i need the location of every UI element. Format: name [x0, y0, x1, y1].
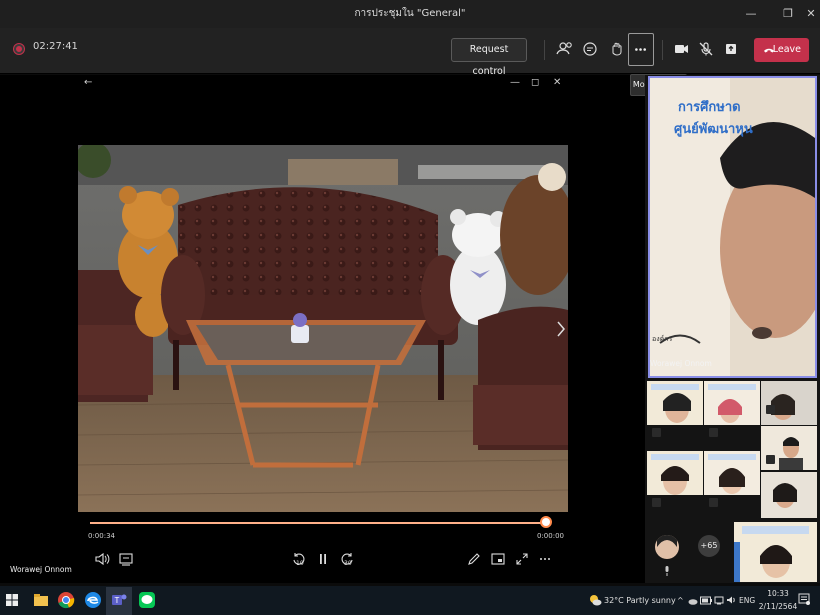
fullscreen-icon[interactable]: [514, 551, 530, 567]
remaining-time: 0:00:00: [537, 532, 564, 540]
clock-time[interactable]: 10:33: [758, 589, 798, 598]
mic-status-icon: [709, 428, 718, 437]
chat-icon[interactable]: [577, 36, 603, 62]
pen-icon[interactable]: [466, 551, 482, 567]
seek-bar[interactable]: [90, 522, 546, 524]
mini-view-icon[interactable]: [490, 551, 506, 567]
self-mic-icon: [665, 566, 669, 576]
windows-start-icon[interactable]: [6, 594, 18, 606]
file-explorer-icon[interactable]: [31, 590, 51, 610]
popout-close-button[interactable]: ✕: [553, 77, 561, 88]
more-actions-button[interactable]: [628, 33, 654, 66]
popout-minimize-button[interactable]: —: [510, 77, 520, 88]
participant-video-image: [647, 451, 703, 495]
participants-icon[interactable]: [552, 36, 578, 62]
participant-tile[interactable]: [734, 522, 817, 582]
battery-icon[interactable]: [700, 596, 712, 605]
window-title: การประชุมใน "General": [354, 8, 466, 19]
popout-maximize-button[interactable]: ◻: [531, 77, 539, 88]
speaker-tray-icon[interactable]: [726, 595, 736, 605]
participant-video-image: [761, 381, 817, 425]
onedrive-icon[interactable]: [688, 597, 698, 605]
mic-status-icon: [766, 455, 775, 464]
next-chevron-icon[interactable]: [555, 320, 567, 338]
camera-icon[interactable]: [668, 36, 694, 62]
mic-status-icon: [652, 498, 661, 507]
recording-indicator-icon: [14, 44, 24, 54]
teams-icon[interactable]: T: [109, 590, 129, 610]
participant-tile[interactable]: [704, 381, 760, 425]
back-button[interactable]: ←: [84, 77, 92, 88]
svg-text:T: T: [115, 596, 120, 605]
elapsed-time: 0:00:34: [88, 532, 115, 540]
seek-thumb[interactable]: [540, 516, 552, 528]
meeting-timer: 02:27:41: [33, 41, 78, 52]
mic-status-icon: [652, 428, 661, 437]
edge-icon[interactable]: [83, 590, 103, 610]
presenter-name-label: Worawej Onnom: [10, 565, 72, 574]
overflow-participants-badge[interactable]: +65: [698, 535, 720, 557]
skip-forward-label: 30: [344, 560, 352, 567]
participant-tile[interactable]: [704, 451, 760, 495]
participant-tile[interactable]: [647, 381, 703, 425]
pause-icon[interactable]: [315, 551, 331, 567]
minimize-button[interactable]: —: [736, 0, 766, 28]
participant-video-image: [734, 522, 817, 582]
share-icon[interactable]: [718, 36, 744, 62]
video-frame[interactable]: [78, 145, 568, 512]
slide-text-line1: การศึกษาด: [678, 100, 741, 115]
notifications-icon[interactable]: [798, 593, 810, 605]
more-icon: [635, 48, 646, 51]
slide-text-line2: ศูนย์พัฒนาหุน: [674, 122, 753, 137]
tray-chevron-icon[interactable]: ^: [677, 596, 684, 605]
participant-video-image: [704, 381, 760, 425]
phone-hangup-icon: [764, 48, 774, 53]
clock-date[interactable]: 2/11/2564: [758, 602, 798, 611]
mic-status-icon: [709, 498, 718, 507]
toolbar-divider: [544, 40, 545, 60]
captions-icon[interactable]: [118, 551, 134, 567]
video-scene-image: [78, 145, 568, 512]
mic-status-icon: [766, 405, 775, 414]
self-avatar[interactable]: [655, 535, 679, 559]
line-app-icon[interactable]: [137, 590, 157, 610]
participant-tile[interactable]: [761, 381, 817, 425]
chrome-icon[interactable]: [56, 590, 76, 610]
weather-partly-sunny-icon: [590, 595, 602, 606]
participant-tile[interactable]: [761, 472, 817, 518]
participant-video-image: [704, 451, 760, 495]
player-more-icon[interactable]: [537, 551, 553, 567]
slide-footer-text: องค์กร: [652, 335, 673, 343]
volume-icon[interactable]: [94, 551, 110, 567]
mic-muted-icon[interactable]: [693, 36, 719, 62]
request-control-button[interactable]: Request control: [451, 38, 527, 77]
participant-video-image: [761, 472, 817, 518]
raise-hand-icon[interactable]: [603, 36, 629, 62]
toolbar-divider: [662, 40, 663, 60]
skip-back-label: 10: [296, 560, 304, 567]
main-speaker-name: Worawej Onnom: [650, 359, 712, 368]
participant-tile[interactable]: [647, 451, 703, 495]
participant-video-image: [647, 381, 703, 425]
input-language[interactable]: ENG: [739, 596, 755, 605]
network-icon[interactable]: [714, 595, 724, 605]
weather-text[interactable]: 32°C Partly sunny: [604, 596, 676, 605]
close-button[interactable]: ✕: [796, 0, 820, 28]
